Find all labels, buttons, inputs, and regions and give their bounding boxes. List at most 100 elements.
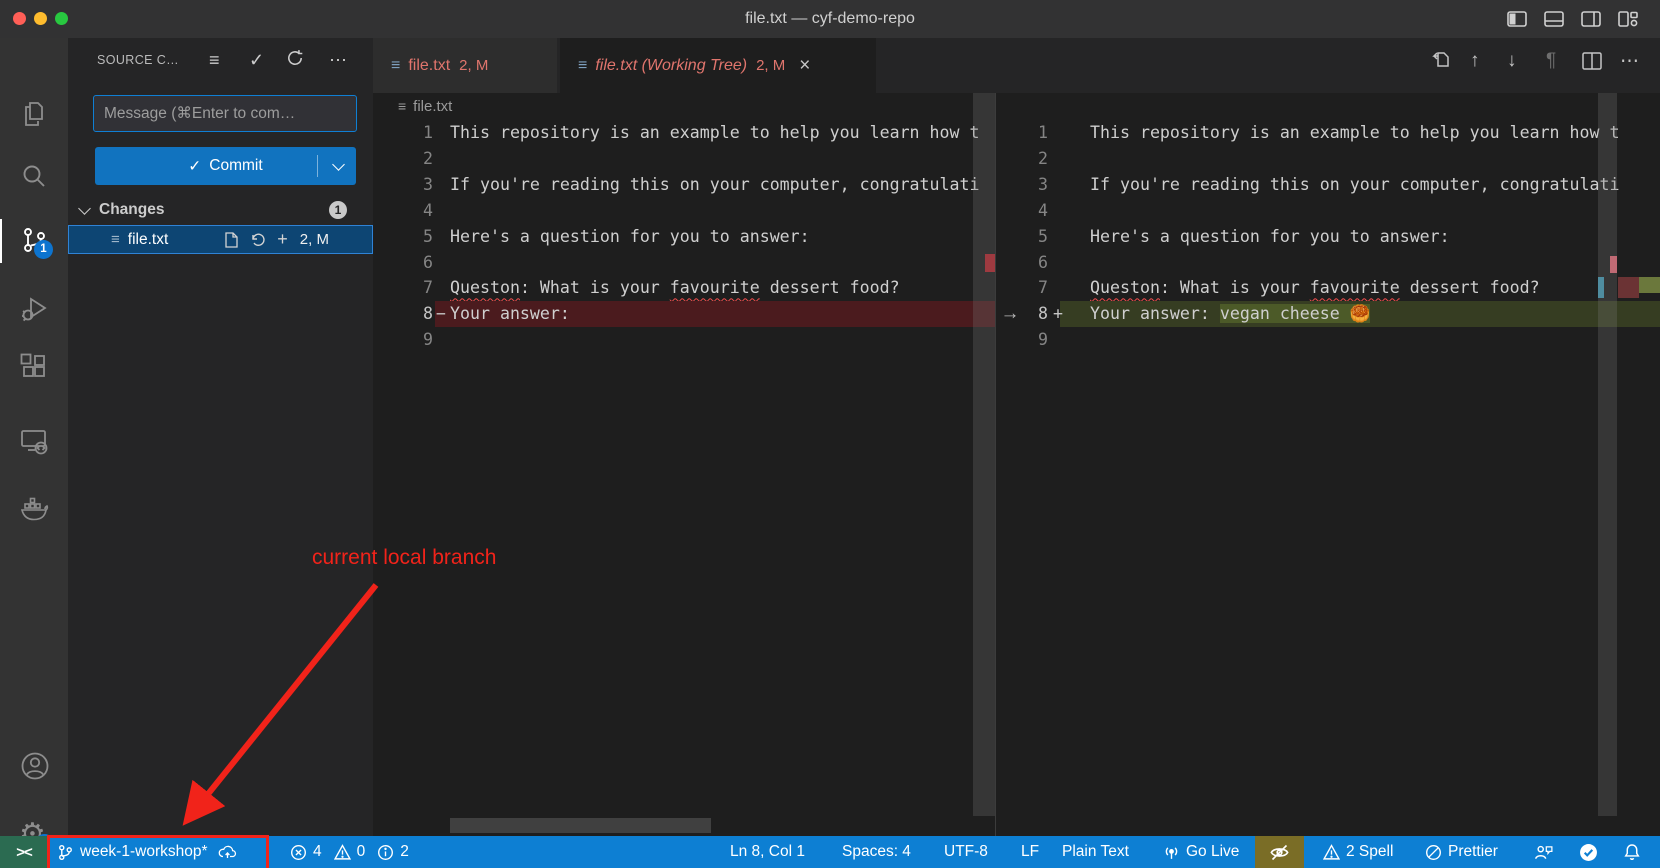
eol-setting[interactable]: LF — [1021, 836, 1039, 868]
annotation-label: current local branch — [312, 546, 496, 570]
code-line-4[interactable]: 4 — [373, 198, 995, 224]
highlight-toggle-eye-off[interactable] — [1255, 836, 1304, 868]
customize-layout-icon[interactable] — [1617, 9, 1639, 29]
language-mode[interactable]: Plain Text — [1062, 836, 1129, 868]
open-file-icon[interactable] — [224, 232, 239, 248]
line-number: 7 — [373, 275, 433, 301]
source-control-icon[interactable]: 1 — [19, 225, 49, 255]
more-editor-actions-icon[interactable]: ⋯ — [1620, 50, 1639, 73]
code-line-9[interactable]: 9 — [373, 327, 995, 353]
feedback-icon[interactable] — [1534, 836, 1553, 868]
commit-check-icon[interactable]: ✓ — [249, 50, 264, 71]
horizontal-scrollbar[interactable] — [450, 818, 711, 833]
breadcrumb[interactable]: ≡ file.txt — [398, 93, 452, 119]
code-line-2[interactable]: 2 — [996, 146, 1660, 172]
left-pane-scrollbar[interactable] — [973, 93, 995, 816]
prettier-status[interactable]: Prettier — [1425, 836, 1498, 868]
spell-checker-status[interactable]: 2 Spell — [1323, 836, 1393, 868]
code-line-7[interactable]: 7 Queston: What is your favourite dessert… — [373, 275, 995, 301]
diff-sash[interactable] — [995, 93, 996, 836]
code-text: Queston: What is your favourite dessert … — [450, 275, 900, 301]
encoding-setting[interactable]: UTF-8 — [944, 836, 988, 868]
line-number: 4 — [996, 198, 1048, 224]
line-number: 1 — [996, 120, 1048, 146]
breadcrumb-file-icon: ≡ — [398, 98, 406, 114]
commit-button[interactable]: ✓ Commit — [95, 147, 356, 185]
diff-modified-pane: 1This repository is an example to help y… — [996, 120, 1660, 360]
code-line-3[interactable]: 3If you're reading this on your computer… — [373, 172, 995, 198]
run-debug-icon[interactable] — [19, 294, 49, 324]
right-pane-scrollbar[interactable] — [1598, 93, 1617, 816]
code-line-9[interactable]: 9 — [996, 327, 1660, 353]
open-changes-icon[interactable] — [1430, 49, 1451, 70]
go-live-button[interactable]: Go Live — [1163, 836, 1239, 868]
more-actions-icon[interactable]: ⋯ — [329, 50, 347, 71]
line-number: 3 — [373, 172, 433, 198]
code-line-6[interactable]: 6 — [996, 250, 1660, 276]
toggle-primary-sidebar-icon[interactable] — [1506, 9, 1528, 29]
cursor-position[interactable]: Ln 8, Col 1 — [730, 836, 805, 868]
file-decoration: 2, M — [300, 231, 329, 248]
refresh-icon[interactable] — [286, 49, 304, 67]
discard-changes-icon[interactable] — [250, 232, 266, 248]
search-icon[interactable] — [19, 162, 49, 192]
remote-explorer-icon[interactable] — [19, 426, 49, 456]
squiggle-text: favourite — [1310, 278, 1400, 297]
indentation-setting[interactable]: Spaces: 4 — [842, 836, 911, 868]
line-number: 7 — [996, 275, 1048, 301]
problems-indicator[interactable]: 4 0 2 — [290, 836, 409, 868]
stage-changes-icon[interactable]: + — [277, 229, 288, 250]
code-line-4[interactable]: 4 — [996, 198, 1660, 224]
commit-message-input[interactable] — [93, 95, 357, 132]
split-editor-icon[interactable] — [1582, 52, 1602, 70]
accounts-icon[interactable] — [19, 750, 49, 780]
toggle-panel-icon[interactable] — [1543, 9, 1565, 29]
code-line-1[interactable]: 1This repository is an example to help y… — [373, 120, 995, 146]
code-line-5[interactable]: 5Here's a question for you to answer: — [996, 224, 1660, 250]
diff-marker: + — [1053, 301, 1063, 327]
code-line-3[interactable]: 3If you're reading this on your computer… — [996, 172, 1660, 198]
code-line-8[interactable]: 8+Your answer: vegan cheese 🥮 — [996, 301, 1660, 327]
code-line-8[interactable]: 8−Your answer: — [373, 301, 995, 327]
line-number: 6 — [373, 250, 433, 276]
code-line-2[interactable]: 2 — [373, 146, 995, 172]
changed-file-row[interactable]: ≡ file.txt + 2, M — [68, 225, 373, 254]
previous-change-icon[interactable]: ↑ — [1470, 50, 1480, 72]
broadcast-icon — [1163, 844, 1180, 861]
branch-indicator[interactable]: week-1-workshop* — [57, 836, 237, 868]
close-tab-icon[interactable]: × — [799, 55, 810, 77]
remote-indicator[interactable]: >< — [0, 836, 48, 868]
code-line-6[interactable]: 6 — [373, 250, 995, 276]
extensions-icon[interactable] — [19, 352, 49, 382]
code-line-5[interactable]: 5Here's a question for you to answer: — [373, 224, 995, 250]
code-text: Your answer: — [450, 301, 570, 327]
spell-label: 2 Spell — [1346, 843, 1393, 861]
warnings-icon — [334, 844, 351, 861]
line-number: 6 — [996, 250, 1048, 276]
code-text: This repository is an example to help yo… — [450, 120, 980, 146]
tab-file[interactable]: ≡ file.txt 2, M — [373, 38, 557, 93]
code-line-1[interactable]: 1This repository is an example to help y… — [996, 120, 1660, 146]
code-line-7[interactable]: 7Queston: What is your favourite dessert… — [996, 275, 1660, 301]
view-as-list-icon[interactable]: ≡ — [209, 50, 220, 71]
changes-section-header[interactable]: Changes 1 — [80, 196, 373, 224]
docker-icon[interactable] — [19, 494, 49, 524]
line-number: 5 — [373, 224, 433, 250]
commit-dropdown-chevron-icon[interactable] — [332, 158, 345, 171]
plain-text: : What is your — [520, 278, 670, 297]
check-status-icon[interactable] — [1579, 836, 1598, 868]
diff-change-arrow-icon[interactable]: → — [997, 301, 1023, 327]
render-whitespace-icon[interactable]: ¶ — [1546, 50, 1556, 72]
diff-marker: − — [436, 301, 446, 327]
tab-file-working-tree[interactable]: ≡ file.txt (Working Tree) 2, M × — [560, 38, 876, 93]
status-bar — [0, 836, 1660, 868]
notifications-bell-icon[interactable] — [1623, 836, 1641, 868]
explorer-icon[interactable] — [19, 99, 49, 129]
left-overview-removed-mark — [985, 254, 995, 272]
code-text: Your answer: vegan cheese 🥮 — [1090, 301, 1370, 327]
diff-original-pane: 1This repository is an example to help y… — [373, 120, 995, 360]
title-bar: file.txt — cyf-demo-repo — [0, 0, 1660, 38]
toggle-secondary-sidebar-icon[interactable] — [1580, 9, 1602, 29]
source-control-sidebar: SOURCE C… ≡ ✓ ⋯ ✓ Commit Changes 1 ≡ fil… — [68, 38, 373, 836]
next-change-icon[interactable]: ↓ — [1507, 50, 1517, 72]
